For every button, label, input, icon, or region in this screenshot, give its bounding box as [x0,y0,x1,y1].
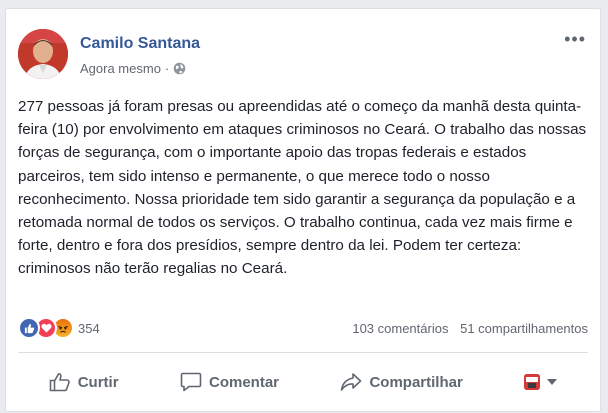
post-meta: Agora mesmo · [80,61,186,76]
chevron-down-icon [547,379,558,385]
post-header: Camilo Santana Agora mesmo · ••• [18,29,588,79]
engagement-counts: 103 comentários 51 compartilhamentos [344,321,588,336]
page-avatar-icon [524,374,541,390]
comment-button[interactable]: Comentar [180,372,279,392]
like-reaction-icon [18,317,40,339]
avatar[interactable] [18,29,68,79]
reactions-count[interactable]: 354 [78,321,100,336]
post-card: Camilo Santana Agora mesmo · ••• 277 pes… [5,8,601,412]
globe-icon[interactable] [173,62,186,75]
comment-label: Comentar [209,373,280,391]
post-time[interactable]: Agora mesmo [80,61,161,76]
like-label: Curtir [77,373,119,391]
actions-divider [18,352,588,353]
reactions-summary[interactable]: 354 [18,317,100,339]
meta-separator: · [164,61,170,76]
post-stats: 354 103 comentários 51 compartilhamentos [18,317,588,339]
comments-count[interactable]: 103 comentários [352,321,448,336]
thumbs-up-icon [49,373,70,392]
post-actions: Curtir Comentar Compartilhar [18,362,588,402]
comment-icon [180,372,202,392]
share-button[interactable]: Compartilhar [340,372,463,392]
share-label: Compartilhar [369,373,463,391]
share-icon [341,373,362,391]
post-text: 277 pessoas já foram presas ou apreendid… [18,98,587,278]
like-button[interactable]: Curtir [49,372,119,392]
author-name[interactable]: Camilo Santana [80,35,200,53]
shares-count[interactable]: 51 compartilhamentos [460,321,588,336]
act-as-selector[interactable] [524,374,558,390]
more-options-icon[interactable]: ••• [564,30,586,48]
